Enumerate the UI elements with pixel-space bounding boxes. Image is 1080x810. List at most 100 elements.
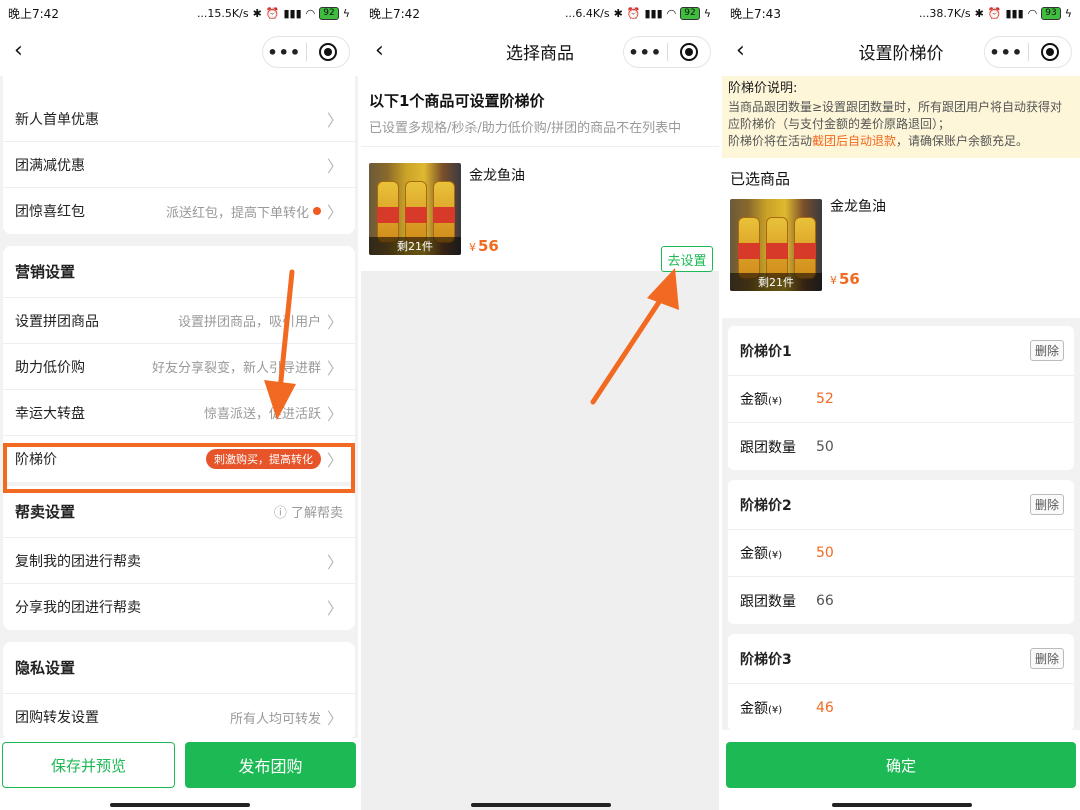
page-title: 选择商品 [506,43,574,64]
stock-label: 剩21件 [369,237,461,255]
tier-card-1: 阶梯价1 删除 金额(¥) 52 跟团数量 50 [728,326,1074,470]
wifi-icon: ◠ [666,6,677,20]
row-label: 设置拼团商品 [15,313,99,330]
chevron-right-icon: 〉 [326,709,343,728]
quantity-field[interactable]: 跟团数量 66 [728,577,1074,624]
row-label: 分享我的团进行帮卖 [15,600,141,616]
tier-header: 阶梯价3 删除 [728,634,1074,684]
alarm-icon: ⏰ [265,6,280,20]
row-hint: 〉 [321,153,343,177]
question-circle-icon: ⓘ [273,506,287,521]
page-title: 设置阶梯价 [858,43,944,64]
delete-tier-button[interactable]: 删除 [1029,494,1064,515]
product-price: ¥56 [830,270,860,288]
back-arrow-icon[interactable]: ‹ [375,38,397,64]
resell-settings-card: 帮卖设置 ⓘ 了解帮卖 复制我的团进行帮卖 〉 分享我的团进行帮卖 〉 [3,486,355,630]
row-surprise-red-packet[interactable]: 团惊喜红包 派送红包，提高下单转化〉 [3,188,355,234]
row-share-group-resell[interactable]: 分享我的团进行帮卖 〉 [3,584,355,630]
row-label: 团满减优惠 [15,157,85,174]
section-title: 隐私设置 [3,642,355,694]
amount-value[interactable]: 50 [816,545,834,561]
go-set-button[interactable]: 去设置 [661,246,713,272]
quantity-value[interactable]: 50 [816,439,834,455]
network-speed: ...15.5K/s [196,6,249,20]
screenshot-root: 晚上7:42 ...15.5K/s ✱ ⏰ ▮▮▮ ◠ 92 ϟ ‹ ••• 新… [0,0,1080,810]
more-menu-icon[interactable]: ••• [624,43,667,62]
panel-set-tier-price: 晚上7:43 ...38.7K/s ✱ ⏰ ▮▮▮ ◠ 93 ϟ ‹ 设置阶梯价… [722,0,1080,810]
amount-value[interactable]: 52 [816,391,834,407]
chevron-right-icon: 〉 [326,312,343,332]
amount-value[interactable]: 46 [816,700,834,716]
row-label: 助力低价购 [15,359,85,376]
network-speed: ...38.7K/s [918,6,971,20]
quantity-field[interactable]: 跟团数量 50 [728,423,1074,470]
status-bar: 晚上7:43 ...38.7K/s ✱ ⏰ ▮▮▮ ◠ 93 ϟ [722,0,1080,26]
close-mini-program-icon[interactable] [1029,43,1072,61]
back-arrow-icon[interactable]: ‹ [736,38,758,64]
home-indicator [471,803,611,807]
row-lucky-wheel[interactable]: 幸运大转盘 惊喜派送，促进活跃〉 [3,390,355,436]
publish-group-button[interactable]: 发布团购 [185,742,356,788]
chevron-right-icon: 〉 [326,404,343,424]
save-preview-button[interactable]: 保存并预览 [2,742,175,788]
tier-card-2: 阶梯价2 删除 金额(¥) 50 跟团数量 66 [728,480,1074,624]
back-arrow-icon[interactable]: ‹ [14,38,36,64]
row-forward-settings[interactable]: 团购转发设置 所有人均可转发〉 [3,694,355,740]
signal-icon: ▮▮▮ [1005,6,1024,20]
status-time: 晚上7:43 [730,6,781,21]
quantity-value[interactable]: 66 [816,593,834,609]
product-image: 剩21件 [730,199,822,291]
bluetooth-icon: ✱ [252,6,262,20]
product-list-header: 以下1个商品可设置阶梯价 已设置多规格/秒杀/助力低价购/拼团的商品不在列表中 [361,76,719,147]
amount-field[interactable]: 金额(¥) 46 [728,684,1074,731]
nav-bar: ‹ 设置阶梯价 ••• [722,26,1080,76]
close-mini-program-icon[interactable] [668,43,711,61]
amount-field[interactable]: 金额(¥) 52 [728,376,1074,423]
delete-tier-button[interactable]: 删除 [1029,648,1064,669]
discount-settings-card: 新人首单优惠 〉 团满减优惠 〉 团惊喜红包 派送红包，提高下单转化〉 [3,96,355,234]
close-mini-program-icon[interactable] [307,43,350,61]
product-item[interactable]: 剩21件 金龙鱼油 ¥56 去设置 [361,147,719,272]
row-label: 复制我的团进行帮卖 [15,553,141,570]
chevron-right-icon: 〉 [326,110,343,130]
status-indicators: ...6.4K/s ✱ ⏰ ▮▮▮ ◠ 92 ϟ [565,6,711,20]
row-label: 团惊喜红包 [15,204,85,220]
signal-icon: ▮▮▮ [283,6,302,20]
status-indicators: ...15.5K/s ✱ ⏰ ▮▮▮ ◠ 92 ϟ [196,6,350,20]
more-menu-icon[interactable]: ••• [263,43,306,62]
delete-tier-button[interactable]: 删除 [1029,340,1064,361]
home-indicator [832,803,972,807]
charging-icon: ϟ [1064,6,1072,20]
status-bar: 晚上7:42 ...15.5K/s ✱ ⏰ ▮▮▮ ◠ 92 ϟ [0,0,358,26]
chevron-right-icon: 〉 [326,358,343,378]
row-copy-group-resell[interactable]: 复制我的团进行帮卖 〉 [3,538,355,584]
nav-bar: ‹ 选择商品 ••• [361,26,719,76]
status-indicators: ...38.7K/s ✱ ⏰ ▮▮▮ ◠ 93 ϟ [918,6,1072,20]
notice-title: 阶梯价说明: [728,81,798,96]
bottom-action-bar: 保存并预览 发布团购 [0,738,358,810]
status-time: 晚上7:42 [369,6,420,21]
product-image: 剩21件 [369,163,461,255]
new-dot-icon [312,207,321,215]
row-hint: 〉 [321,595,343,619]
more-menu-icon[interactable]: ••• [985,43,1028,62]
charging-icon: ϟ [703,6,711,20]
list-heading: 以下1个商品可设置阶梯价 [369,92,545,110]
mini-program-capsule: ••• [623,36,711,68]
wifi-icon: ◠ [305,6,316,20]
row-new-user-discount[interactable]: 新人首单优惠 〉 [3,96,355,142]
section-title: 营销设置 [3,246,355,298]
row-assist-low-price[interactable]: 助力低价购 好友分享裂变，新人引导进群〉 [3,344,355,390]
alarm-icon: ⏰ [987,6,1002,20]
tier-card-3: 阶梯价3 删除 金额(¥) 46 [728,634,1074,731]
chevron-right-icon: 〉 [326,203,343,222]
product-price: ¥56 [469,237,499,255]
signal-icon: ▮▮▮ [644,6,663,20]
row-set-group-product[interactable]: 设置拼团商品 设置拼团商品，吸引用户〉 [3,298,355,344]
tier-price-notice: 阶梯价说明: 当商品跟团数量≥设置跟团数量时，所有跟团用户将自动获得对应阶梯价（… [722,76,1080,158]
row-group-full-discount[interactable]: 团满减优惠 〉 [3,142,355,188]
list-subheading: 已设置多规格/秒杀/助力低价购/拼团的商品不在列表中 [369,121,682,136]
amount-field[interactable]: 金额(¥) 50 [728,530,1074,577]
help-link[interactable]: ⓘ 了解帮卖 [274,502,343,521]
confirm-button[interactable]: 确定 [726,742,1076,788]
